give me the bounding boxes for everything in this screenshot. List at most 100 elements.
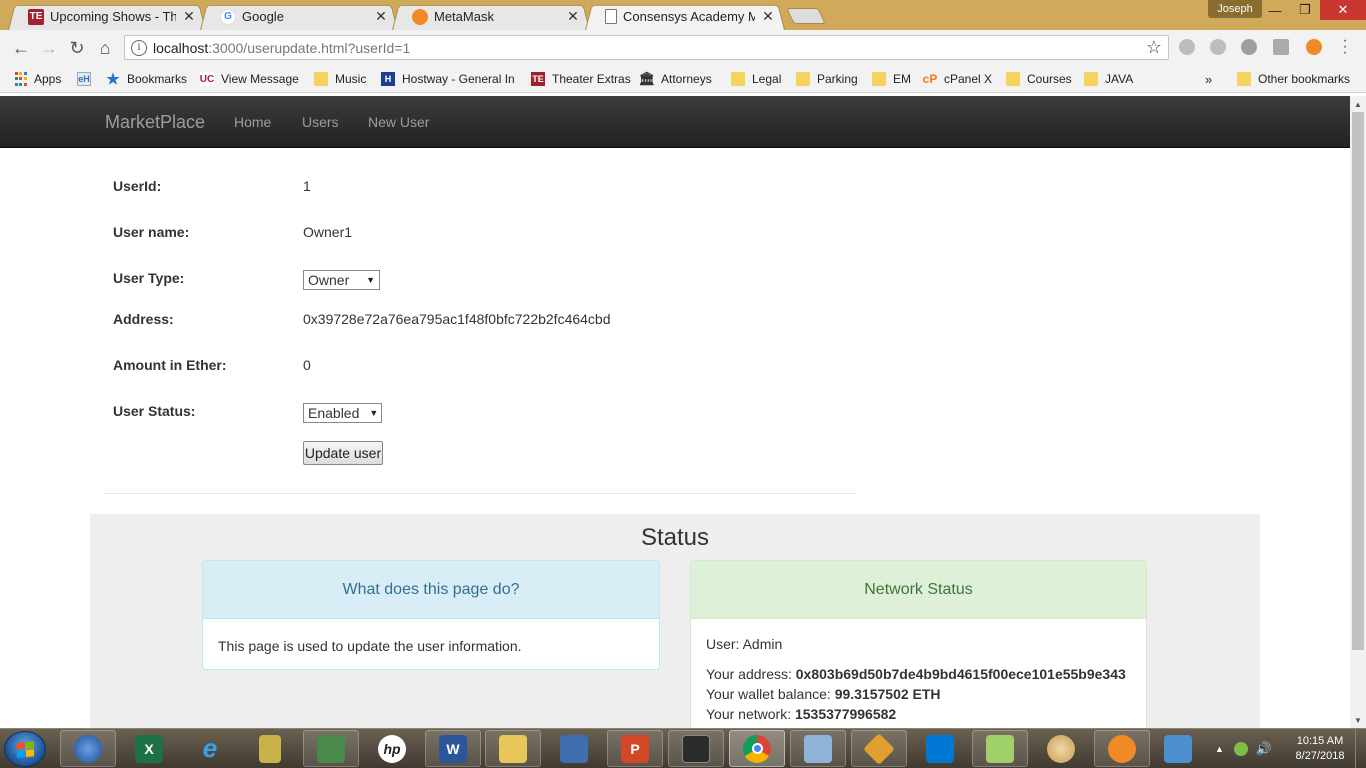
profile-button[interactable]: Joseph <box>1208 0 1262 18</box>
taskbar-image-viewer[interactable] <box>1150 730 1206 767</box>
metamask-fox-icon <box>412 8 428 25</box>
network-status-body: User: Admin Your address: 0x803b69d50b7d… <box>691 619 1146 728</box>
site-info-icon[interactable]: i <box>131 39 147 56</box>
taskbar-internet-explorer[interactable]: e <box>182 730 238 767</box>
scrollbar-thumb[interactable] <box>1352 112 1364 650</box>
home-icon[interactable]: ⌂ <box>94 37 116 59</box>
taskbar-terminal[interactable] <box>668 730 724 767</box>
system-tray: ▲ 🔊 <box>1215 729 1272 768</box>
taskbar-excel[interactable]: X <box>121 730 177 767</box>
theater-favicon-icon: TE <box>28 8 44 25</box>
taskbar-file-explorer[interactable] <box>485 730 541 767</box>
nav-users[interactable]: Users <box>302 114 339 130</box>
new-tab-button[interactable] <box>786 8 826 24</box>
bookmark-apps[interactable]: Apps <box>14 70 61 88</box>
tab-google[interactable]: G Google ✕ <box>200 3 398 31</box>
bookmarks-overflow-button[interactable]: » <box>1205 70 1212 88</box>
dropdown-caret-icon: ▼ <box>369 408 379 418</box>
extension-pdf-icon[interactable] <box>1273 39 1289 55</box>
bookmark-bookmarks[interactable]: ★ Bookmarks <box>106 70 187 88</box>
bookmark-attorneys[interactable]: 🏛 Attorneys <box>639 70 712 88</box>
balance-line: Your wallet balance: 99.3157502 ETH <box>706 686 941 702</box>
tab-metamask[interactable]: MetaMask ✕ <box>392 3 590 31</box>
taskbar-vs-code[interactable] <box>912 730 968 767</box>
extension-circle-icon[interactable] <box>1179 39 1195 55</box>
scroll-up-icon[interactable]: ▲ <box>1350 96 1366 112</box>
internet-explorer-icon: e <box>202 733 218 763</box>
taskbar-powerpoint[interactable]: P <box>607 730 663 767</box>
taskbar-resource-monitor[interactable] <box>790 730 846 767</box>
bookmark-courses[interactable]: Courses <box>1006 70 1072 88</box>
minimize-icon[interactable]: — <box>1260 0 1290 20</box>
taskbar-metamask[interactable] <box>1094 730 1150 767</box>
security-status-icon[interactable] <box>1233 742 1248 756</box>
folder-icon <box>1006 72 1020 86</box>
extension-shield-icon[interactable] <box>1210 39 1226 55</box>
bookmark-java[interactable]: JAVA <box>1084 70 1133 88</box>
address-bar[interactable]: i localhost:3000/userupdate.html?userId=… <box>124 35 1169 60</box>
usertype-select[interactable]: Owner ▼ <box>303 270 380 290</box>
close-tab-icon[interactable]: ✕ <box>374 8 388 25</box>
tab-upcoming-shows[interactable]: TE Upcoming Shows - Theat ✕ <box>8 3 206 31</box>
bookmark-view-message[interactable]: UC View Message <box>200 70 299 88</box>
bookmark-theater-extras[interactable]: TE Theater Extras <box>531 70 631 88</box>
cpanel-icon: cP <box>922 72 938 86</box>
clock-date: 8/27/2018 <box>1295 750 1345 762</box>
network-status-heading: Network Status <box>691 561 1146 619</box>
system-clock[interactable]: 10:15 AM 8/27/2018 <box>1290 734 1350 764</box>
bookmark-eh[interactable]: eH <box>77 70 98 88</box>
scroll-down-icon[interactable]: ▼ <box>1350 712 1366 728</box>
start-button[interactable] <box>4 731 46 767</box>
volume-icon[interactable]: 🔊 <box>1256 741 1272 757</box>
tab-consensys-academy[interactable]: Consensys Academy Mar ✕ <box>585 3 785 31</box>
taskbar-chrome[interactable] <box>729 730 785 767</box>
page-scrollbar[interactable]: ▲ ▼ <box>1350 96 1366 728</box>
window-close-icon[interactable]: ✕ <box>1320 0 1366 20</box>
taskbar-git-gui[interactable] <box>851 730 907 767</box>
powerpoint-icon: P <box>621 734 649 763</box>
taskbar-remote-desktop[interactable] <box>546 730 602 767</box>
userid-label: UserId: <box>113 178 162 194</box>
bookmark-legal[interactable]: Legal <box>731 70 781 88</box>
folder-icon <box>872 72 886 86</box>
extension-cloud-icon[interactable] <box>1241 39 1257 55</box>
forward-arrow-icon[interactable]: → <box>38 37 60 59</box>
taskbar-word[interactable]: W <box>425 730 481 767</box>
taskbar-notepad-plus-plus[interactable] <box>972 730 1028 767</box>
nav-new-user[interactable]: New User <box>368 114 429 130</box>
bookmark-hostway[interactable]: H Hostway - General In <box>381 70 515 88</box>
close-tab-icon[interactable]: ✕ <box>566 8 580 25</box>
userstatus-select[interactable]: Enabled ▼ <box>303 403 382 423</box>
taskbar-paint[interactable] <box>1033 730 1089 767</box>
windows-taskbar: X e hp W P ▲ 🔊 10:15 AM 8/27/2018 <box>0 728 1366 768</box>
restore-icon[interactable]: ❐ <box>1290 0 1320 20</box>
bookmark-em[interactable]: EM <box>872 70 911 88</box>
taskbar-thunderbird[interactable] <box>60 730 116 767</box>
folder-icon <box>499 734 527 763</box>
amount-row: Amount in Ether: 0 <box>113 357 813 381</box>
bookmark-parking[interactable]: Parking <box>796 70 858 88</box>
nav-home[interactable]: Home <box>234 114 271 130</box>
tab-title: MetaMask <box>434 9 494 24</box>
close-tab-icon[interactable]: ✕ <box>182 8 196 25</box>
tray-overflow-icon[interactable]: ▲ <box>1215 744 1224 754</box>
bookmark-star-icon[interactable]: ☆ <box>1146 37 1162 58</box>
taskbar-hp[interactable]: hp <box>364 730 420 767</box>
paint-palette-icon <box>1047 734 1075 763</box>
browser-menu-icon[interactable]: · · · <box>1340 33 1350 61</box>
bookmark-cpanel[interactable]: cP cPanel X <box>923 70 992 88</box>
taskbar-keepass[interactable] <box>242 730 298 767</box>
bookmark-other-bookmarks[interactable]: Other bookmarks <box>1237 70 1350 88</box>
notepad-plus-plus-icon <box>986 734 1014 763</box>
update-user-button[interactable]: Update user <box>303 441 383 465</box>
reload-icon[interactable]: ↻ <box>66 37 88 59</box>
google-favicon-icon: G <box>220 8 236 25</box>
bookmark-music[interactable]: Music <box>314 70 366 88</box>
folder-icon <box>796 72 810 86</box>
close-tab-icon[interactable]: ✕ <box>761 8 775 25</box>
metamask-extension-icon[interactable] <box>1306 39 1322 55</box>
navbar-brand[interactable]: MarketPlace <box>105 112 205 133</box>
taskbar-network-tool[interactable] <box>303 730 359 767</box>
show-desktop-button[interactable] <box>1355 729 1366 768</box>
back-arrow-icon[interactable]: ← <box>10 37 32 59</box>
